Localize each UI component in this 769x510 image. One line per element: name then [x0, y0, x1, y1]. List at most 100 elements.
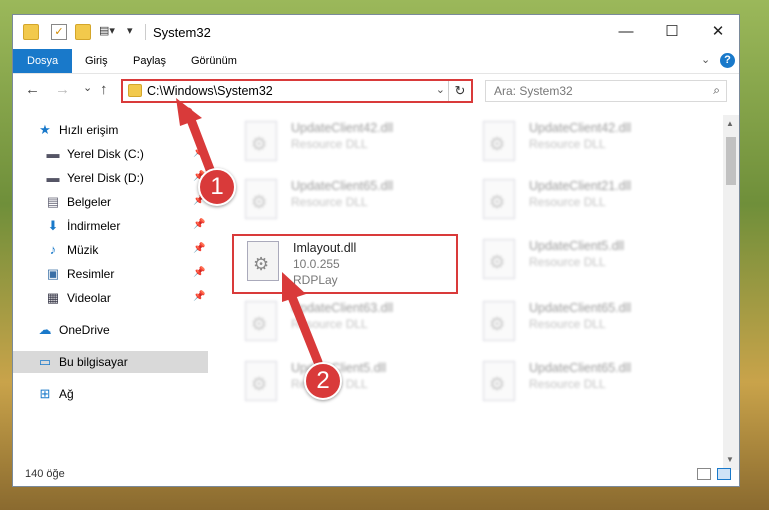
file-item[interactable]: ⚙ UpdateClient65.dll Resource DLL — [471, 355, 701, 411]
file-name: UpdateClient21.dll — [529, 179, 632, 193]
file-item[interactable]: ⚙ UpdateClient5.dll Resource DLL — [471, 233, 701, 289]
details-view-icon[interactable] — [697, 468, 711, 480]
search-placeholder: Ara: System32 — [494, 84, 573, 98]
computer-icon: ▭ — [38, 354, 52, 369]
vertical-scrollbar[interactable]: ▲ ▼ — [723, 115, 739, 470]
file-item[interactable]: ⚙ UpdateClient65.dll Resource DLL — [471, 295, 701, 351]
title-bar: ✓ ▤▾ ▾ System32 — ☐ ✕ — [13, 15, 739, 49]
forward-button[interactable]: → — [55, 81, 70, 98]
search-input[interactable]: Ara: System32 ⌕ — [485, 80, 727, 102]
highlight-box — [232, 234, 458, 294]
file-description: Resource DLL — [529, 377, 606, 391]
chevron-down-icon[interactable]: ⌄ — [701, 53, 710, 66]
music-icon: ♪ — [49, 242, 57, 257]
search-icon[interactable]: ⌕ — [713, 83, 720, 98]
properties-icon[interactable]: ✓ — [51, 24, 67, 40]
pin-icon: 📌 — [193, 291, 206, 302]
file-name: UpdateClient63.dll — [291, 301, 394, 315]
disk-icon: ▬ — [46, 170, 60, 185]
address-path[interactable]: C:\Windows\System32 — [147, 84, 273, 98]
sidebar-item-videos[interactable]: ▦ Videolar 📌 — [13, 287, 208, 309]
sidebar-item-label: İndirmeler — [67, 219, 121, 233]
sidebar-item-local-disk-c[interactable]: ▬ Yerel Disk (C:) 📌 — [13, 143, 208, 165]
dll-file-icon: ⚙ — [483, 301, 515, 341]
file-description: Resource DLL — [291, 195, 368, 209]
file-description: Resource DLL — [291, 137, 368, 151]
recent-locations-button[interactable]: ⌄ — [83, 81, 92, 94]
maximize-button[interactable]: ☐ — [649, 15, 695, 49]
sidebar-item-pictures[interactable]: ▣ Resimler 📌 — [13, 263, 208, 285]
sidebar-item-onedrive[interactable]: ☁ OneDrive — [13, 319, 208, 341]
download-icon: ⬇ — [47, 218, 59, 233]
dll-file-icon: ⚙ — [483, 121, 515, 161]
dll-file-icon: ⚙ — [245, 121, 277, 161]
sidebar-item-label: Belgeler — [67, 195, 112, 209]
file-item[interactable]: ⚙ UpdateClient42.dll Resource DLL — [233, 115, 463, 171]
tab-dosya[interactable]: Dosya — [13, 49, 73, 73]
refresh-icon[interactable]: ↻ — [448, 81, 471, 101]
pin-icon: 📌 — [193, 267, 206, 278]
pin-icon: 📌 — [193, 243, 206, 254]
status-bar: 140 öğe — [13, 464, 739, 486]
navigation-pane: ★ Hızlı erişim ▬ Yerel Disk (C:) 📌 ▬ Yer… — [13, 115, 208, 470]
file-name: UpdateClient65.dll — [529, 301, 632, 315]
sidebar-item-label: OneDrive — [59, 323, 110, 337]
sidebar-item-label: Yerel Disk (C:) — [67, 147, 144, 161]
scrollbar-thumb[interactable] — [726, 137, 736, 185]
file-item[interactable]: ⚙ UpdateClient5.dll Resource DLL — [233, 355, 463, 411]
back-button[interactable]: ← — [25, 81, 40, 98]
file-description: Resource DLL — [291, 317, 368, 331]
sidebar-item-label: Resimler — [67, 267, 115, 281]
dll-file-icon: ⚙ — [483, 179, 515, 219]
folder-icon — [128, 84, 142, 97]
file-name: UpdateClient5.dll — [529, 239, 625, 253]
new-folder-icon[interactable] — [75, 24, 91, 40]
dll-file-icon: ⚙ — [483, 361, 515, 401]
sidebar-item-downloads[interactable]: ⬇ İndirmeler 📌 — [13, 215, 208, 237]
address-bar[interactable]: C:\Windows\System32 ⌄ ↻ — [121, 79, 473, 103]
item-count: 140 öğe — [25, 468, 65, 480]
file-item[interactable]: ⚙ UpdateClient42.dll Resource DLL — [471, 115, 701, 171]
sidebar-item-local-disk-d[interactable]: ▬ Yerel Disk (D:) 📌 — [13, 167, 208, 189]
help-icon[interactable]: ? — [720, 53, 735, 68]
minimize-button[interactable]: — — [603, 15, 649, 49]
network-icon: ⊞ — [39, 386, 51, 401]
sidebar-item-network[interactable]: ⊞ Ağ — [13, 383, 208, 405]
cloud-icon: ☁ — [38, 322, 52, 337]
tab-paylas[interactable]: Paylaş — [123, 49, 176, 73]
dll-file-icon: ⚙ — [245, 179, 277, 219]
scroll-up-icon[interactable]: ▲ — [726, 119, 734, 128]
large-icons-view-icon[interactable] — [717, 468, 731, 480]
sidebar-item-label: Müzik — [67, 243, 99, 257]
dll-file-icon: ⚙ — [245, 301, 277, 341]
dll-file-icon: ⚙ — [483, 239, 515, 279]
file-item[interactable]: ⚙ UpdateClient21.dll Resource DLL — [471, 173, 701, 229]
file-name: UpdateClient65.dll — [291, 179, 394, 193]
sidebar-item-this-pc[interactable]: ▭ Bu bilgisayar — [13, 351, 208, 373]
close-button[interactable]: ✕ — [695, 15, 741, 49]
sidebar-item-quick-access[interactable]: ★ Hızlı erişim — [13, 119, 208, 141]
quick-access-toolbar-icon[interactable]: ▤▾ — [99, 24, 115, 40]
disk-icon: ▬ — [46, 146, 60, 161]
step-2-callout: 2 — [304, 362, 342, 400]
file-name: UpdateClient65.dll — [529, 361, 632, 375]
customize-toolbar-icon[interactable]: ▾ — [127, 24, 143, 40]
file-item[interactable]: ⚙ UpdateClient65.dll Resource DLL — [233, 173, 463, 229]
title-divider — [145, 24, 146, 40]
pin-icon: 📌 — [193, 219, 206, 230]
tab-giris[interactable]: Giriş — [75, 49, 118, 73]
file-name: UpdateClient42.dll — [291, 121, 394, 135]
sidebar-item-label: Hızlı erişim — [59, 123, 119, 137]
file-item[interactable]: ⚙ UpdateClient63.dll Resource DLL — [233, 295, 463, 351]
up-button[interactable]: ↑ — [100, 81, 108, 98]
file-description: Resource DLL — [529, 137, 606, 151]
star-icon: ★ — [39, 122, 51, 137]
file-name: UpdateClient42.dll — [529, 121, 632, 135]
sidebar-item-label: Ağ — [59, 387, 74, 401]
tab-gorunum[interactable]: Görünüm — [181, 49, 247, 73]
sidebar-item-documents[interactable]: ▤ Belgeler 📌 — [13, 191, 208, 213]
scroll-down-icon[interactable]: ▼ — [726, 455, 734, 464]
navigation-bar: ← → ⌄ ↑ C:\Windows\System32 ⌄ ↻ Ara: Sys… — [13, 75, 739, 107]
chevron-down-icon[interactable]: ⌄ — [436, 83, 445, 96]
sidebar-item-music[interactable]: ♪ Müzik 📌 — [13, 239, 208, 261]
